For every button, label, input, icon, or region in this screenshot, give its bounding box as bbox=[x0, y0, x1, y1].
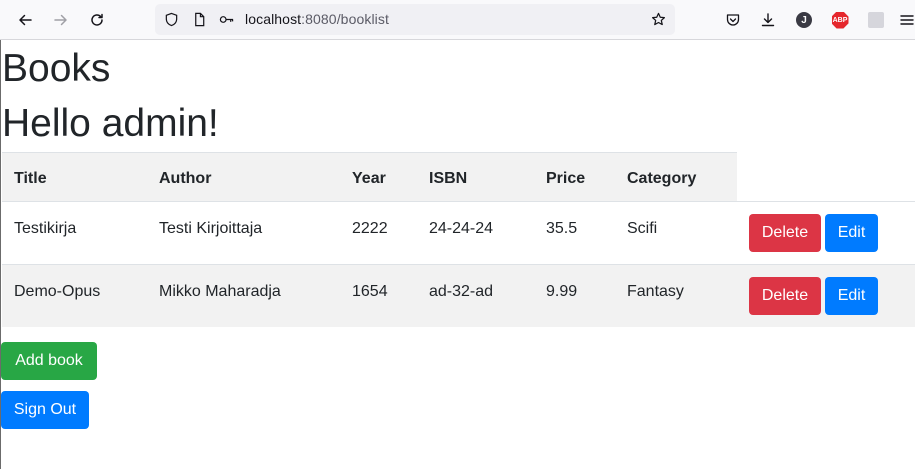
add-book-button[interactable]: Add book bbox=[1, 342, 97, 380]
header-author: Author bbox=[159, 170, 212, 187]
table-row: Demo-Opus Mikko Maharadja 1654 ad-32-ad … bbox=[2, 264, 915, 327]
cell-isbn: 24-24-24 bbox=[429, 220, 494, 237]
back-icon[interactable] bbox=[13, 8, 37, 32]
cell-title: Testikirja bbox=[14, 220, 77, 237]
header-title: Title bbox=[14, 170, 47, 187]
pocket-icon[interactable] bbox=[721, 8, 745, 32]
greeting-heading: Hello admin! bbox=[2, 102, 219, 145]
cell-price: 35.5 bbox=[546, 220, 578, 237]
cell-year: 2222 bbox=[352, 220, 388, 237]
cell-price: 9.99 bbox=[546, 283, 578, 300]
page-icon bbox=[191, 11, 207, 27]
cell-isbn: ad-32-ad bbox=[429, 283, 494, 300]
cell-category: Fantasy bbox=[627, 283, 684, 300]
cell-category: Scifi bbox=[627, 220, 658, 237]
edit-button[interactable]: Edit bbox=[825, 214, 878, 252]
browser-toolbar: localhost:8080/booklist J ABP bbox=[0, 0, 915, 40]
download-icon[interactable] bbox=[756, 8, 780, 32]
table-row: Testikirja Testi Kirjoittaja 2222 24-24-… bbox=[2, 201, 915, 264]
table-header-row: Title Author Year ISBN Price Category bbox=[2, 152, 915, 201]
header-category: Category bbox=[627, 170, 697, 187]
edit-button[interactable]: Edit bbox=[825, 277, 878, 315]
url-path: :8080/booklist bbox=[301, 11, 389, 27]
page-title: Books bbox=[2, 47, 111, 90]
shield-icon[interactable] bbox=[163, 11, 179, 27]
bookmark-star-icon[interactable] bbox=[650, 11, 666, 27]
url-host: localhost bbox=[245, 11, 302, 27]
delete-button[interactable]: Delete bbox=[749, 277, 821, 315]
adblock-label: ABP bbox=[831, 11, 849, 29]
reload-icon[interactable] bbox=[85, 8, 109, 32]
url-bar[interactable]: localhost:8080/booklist bbox=[155, 4, 675, 35]
url-text[interactable]: localhost:8080/booklist bbox=[245, 11, 389, 27]
sign-out-button[interactable]: Sign Out bbox=[1, 391, 89, 429]
cell-year: 1654 bbox=[352, 283, 388, 300]
key-icon[interactable] bbox=[218, 11, 234, 27]
header-isbn: ISBN bbox=[429, 170, 468, 187]
delete-button[interactable]: Delete bbox=[749, 214, 821, 252]
cell-author: Mikko Maharadja bbox=[159, 283, 281, 300]
header-price: Price bbox=[546, 170, 586, 187]
profile-avatar[interactable]: J bbox=[792, 8, 816, 32]
header-year: Year bbox=[352, 170, 386, 187]
page-content: Books Hello admin! Title Author Year ISB… bbox=[0, 40, 915, 469]
forward-icon[interactable] bbox=[49, 8, 73, 32]
menu-icon[interactable] bbox=[898, 8, 915, 32]
extension-icon[interactable] bbox=[864, 8, 888, 32]
profile-initial: J bbox=[796, 12, 812, 28]
adblock-icon[interactable]: ABP bbox=[828, 8, 852, 32]
cell-author: Testi Kirjoittaja bbox=[159, 220, 263, 237]
cell-title: Demo-Opus bbox=[14, 283, 101, 300]
